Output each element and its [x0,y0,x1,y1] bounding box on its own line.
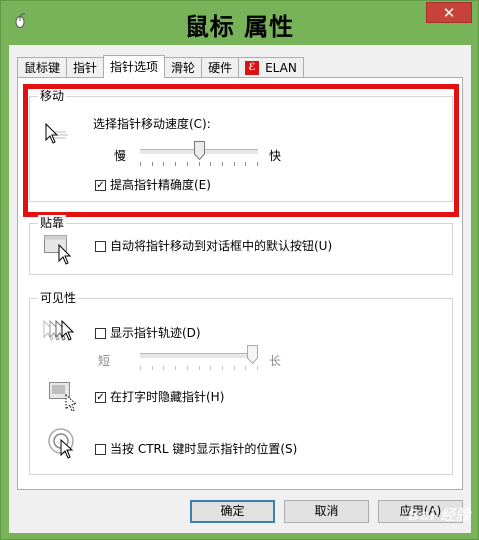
tab-elan[interactable]: ℰ ELAN [238,57,304,77]
tab-label: 硬件 [208,60,233,75]
tab-label: 指针选项 [110,60,159,74]
highlight-annotation [23,84,459,217]
ctrl-label: 当按 CTRL 键时显示指针的位置(S) [110,442,298,456]
tab-label: 滑轮 [171,60,196,75]
visibility-group-label: 可见性 [38,290,79,306]
slider-tick [222,366,223,370]
hide-checkbox[interactable]: ✓ [95,392,106,403]
trails-checkbox[interactable] [95,328,106,339]
trails-slider-ticks [140,366,258,370]
slider-tick [257,366,258,370]
slider-tick [199,366,200,370]
tab-label: ELAN [265,60,297,75]
ok-button[interactable]: 确定 [190,500,275,523]
slider-tick [140,366,141,370]
dialog-body: 鼠标键 指针 指针选项 滑轮 硬件 ℰ ELAN 移动 选择指针移动速度(C):… [9,45,471,533]
tab-buttons[interactable]: 鼠标键 [17,57,68,77]
mouse-properties-window: 鼠标 属性 ✕ 鼠标键 指针 指针选项 滑轮 硬件 ℰ ELAN 移动 选择指针… [0,0,479,540]
cancel-button[interactable]: 取消 [284,500,369,523]
slider-tick [187,366,188,370]
tab-label: 鼠标键 [24,60,61,75]
tab-wheel[interactable]: 滑轮 [164,57,203,77]
close-button[interactable]: ✕ [426,2,472,23]
long-label: 长 [269,354,282,368]
snap-checkbox[interactable] [95,241,106,252]
snap-to-button-icon [44,235,72,265]
hide-label: 在打字时隐藏指针(H) [110,390,225,404]
trails-slider-track[interactable] [140,353,258,359]
slider-tick [152,366,153,370]
tab-strip: 鼠标键 指针 指针选项 滑轮 硬件 ℰ ELAN [17,55,304,78]
pointer-trails-icon [43,319,75,341]
window-title: 鼠标 属性 [184,13,295,41]
hide-while-typing-icon [49,382,78,412]
tab-hardware[interactable]: 硬件 [201,57,240,77]
pointer-options-panel: 移动 选择指针移动速度(C): 慢 快 ✓ 提高指针精确度(E) 贴靠 自动将指… [17,77,463,490]
elan-logo-icon: ℰ [245,60,260,75]
show-location-icon [48,428,74,459]
tab-pointer-options[interactable]: 指针选项 [103,55,166,78]
slider-tick [210,366,211,370]
slider-tick [245,366,246,370]
trails-label: 显示指针轨迹(D) [110,326,201,340]
watermark: Bai 经验 [408,506,470,524]
short-label: 短 [98,354,111,368]
tab-label: 指针 [73,60,98,75]
ctrl-checkbox[interactable] [95,444,106,455]
slider-tick [175,366,176,370]
slider-tick [163,366,164,370]
slider-tick [234,366,235,370]
tab-pointers[interactable]: 指针 [66,57,105,77]
snap-label: 自动将指针移动到对话框中的默认按钮(U) [110,239,333,253]
trails-slider-thumb[interactable] [247,345,258,364]
snap-group-label: 贴靠 [38,215,67,231]
